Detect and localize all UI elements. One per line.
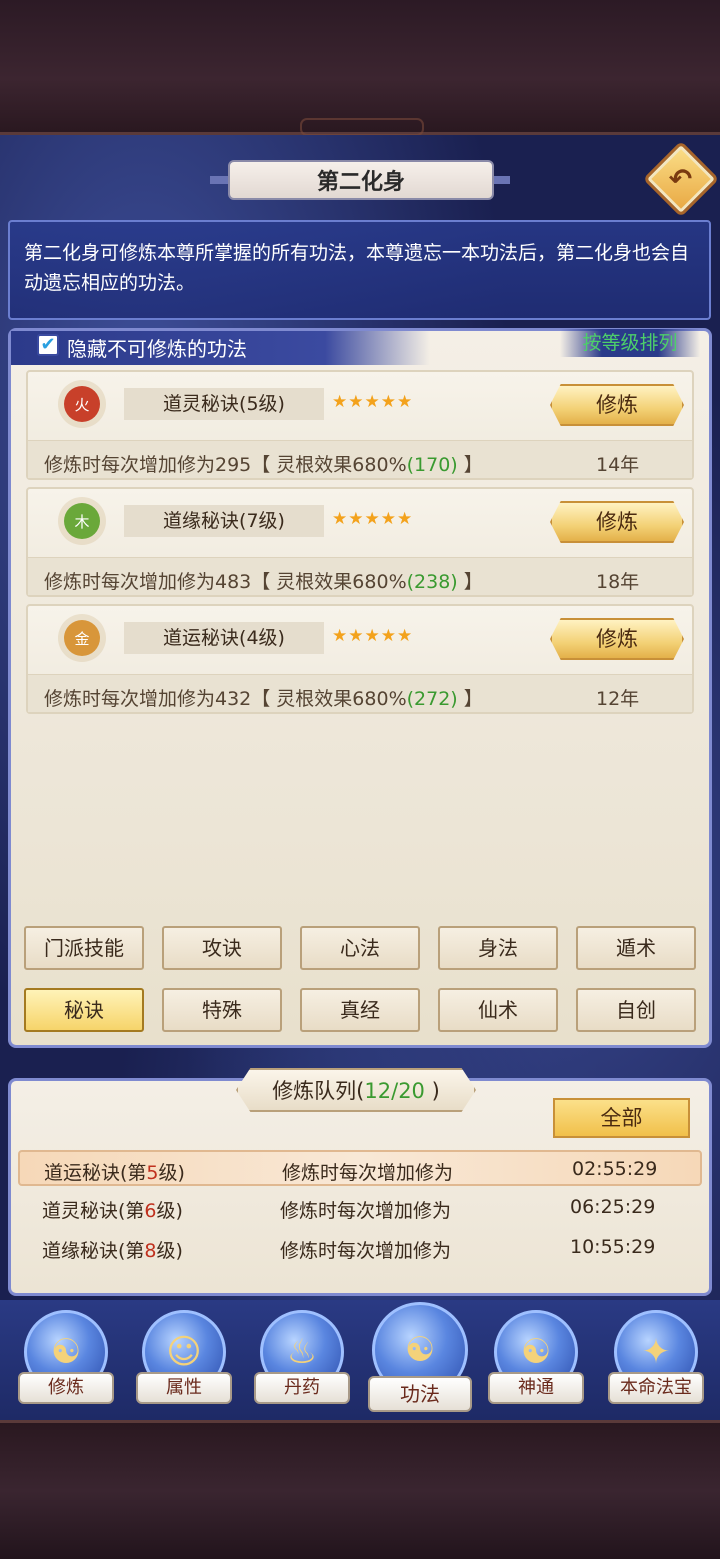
skill-card: 木 道缘秘诀(7级) ★★★★★ 修炼 修炼时每次增加修为483【 灵根效果68…: [26, 487, 694, 597]
skill-description: 修炼时每次增加修为295【 灵根效果680%(170) 】: [44, 454, 483, 476]
nav-attributes[interactable]: ☺ 属性: [136, 1310, 232, 1420]
skill-name: 道运秘诀(4级): [124, 622, 324, 654]
skill-duration: 18年: [596, 571, 640, 593]
tab-scripture[interactable]: 真经: [300, 988, 420, 1032]
nav-skills-active[interactable]: ☯ 功法: [368, 1302, 472, 1420]
nav-pills[interactable]: ♨ 丹药: [254, 1310, 350, 1420]
hide-untrainable-checkbox[interactable]: ✔: [37, 334, 59, 356]
queue-skill-desc: 修炼时每次增加修为: [280, 1200, 452, 1222]
skill-card: 火 道灵秘诀(5级) ★★★★★ 修炼 修炼时每次增加修为295【 灵根效果68…: [26, 370, 694, 480]
train-button[interactable]: 修炼: [550, 501, 684, 543]
nav-label: 本命法宝: [608, 1372, 704, 1404]
tab-custom[interactable]: 自创: [576, 988, 696, 1032]
skill-name: 道缘秘诀(7级): [124, 505, 324, 537]
nav-label: 功法: [368, 1376, 472, 1412]
queue-skill-name: 道灵秘诀(第6级): [42, 1200, 183, 1222]
star-rating: ★★★★★: [332, 509, 414, 529]
train-button[interactable]: 修炼: [550, 618, 684, 660]
nav-treasure[interactable]: ✦ 本命法宝: [608, 1310, 704, 1420]
tab-secret-active[interactable]: 秘诀: [24, 988, 144, 1032]
nav-label: 修炼: [18, 1372, 114, 1404]
skill-duration: 12年: [596, 688, 640, 710]
nav-label: 丹药: [254, 1372, 350, 1404]
description-text: 第二化身可修炼本尊所掌握的所有功法，本尊遗忘一本功法后，第二化身也会自动遗忘相应…: [8, 220, 711, 320]
queue-skill-name: 道缘秘诀(第8级): [42, 1240, 183, 1262]
tab-attack[interactable]: 攻诀: [162, 926, 282, 970]
queue-skill-name: 道运秘诀(第5级): [44, 1162, 185, 1184]
skill-duration: 14年: [596, 454, 640, 476]
queue-row[interactable]: 道灵秘诀(第6级) 修炼时每次增加修为 06:25:29: [18, 1190, 702, 1226]
all-button[interactable]: 全部: [553, 1098, 690, 1138]
nav-divine-powers[interactable]: ☯ 神通: [488, 1310, 584, 1420]
tab-sect-skills[interactable]: 门派技能: [24, 926, 144, 970]
queue-title: 修炼队列(12/20 ): [236, 1068, 476, 1112]
skill-card: 金 道运秘诀(4级) ★★★★★ 修炼 修炼时每次增加修为432【 灵根效果68…: [26, 604, 694, 714]
skill-name: 道灵秘诀(5级): [124, 388, 324, 420]
star-rating: ★★★★★: [332, 626, 414, 646]
queue-timer: 02:55:29: [572, 1158, 658, 1180]
train-button[interactable]: 修炼: [550, 384, 684, 426]
star-rating: ★★★★★: [332, 392, 414, 412]
metal-element-icon: 金: [64, 620, 100, 656]
queue-row[interactable]: 道缘秘诀(第8级) 修炼时每次增加修为 10:55:29: [18, 1230, 702, 1266]
bottom-letterbox: [0, 1420, 720, 1559]
fire-element-icon: 火: [64, 386, 100, 422]
back-arrow-icon: ↶: [669, 162, 693, 196]
queue-skill-desc: 修炼时每次增加修为: [282, 1162, 454, 1184]
hide-untrainable-label[interactable]: 隐藏不可修炼的功法: [67, 333, 247, 362]
nav-label: 属性: [136, 1372, 232, 1404]
tab-immortal-art[interactable]: 仙术: [438, 988, 558, 1032]
top-letterbox: [0, 0, 720, 136]
page-title: 第二化身: [228, 160, 494, 200]
queue-row[interactable]: 道运秘诀(第5级) 修炼时每次增加修为 02:55:29: [18, 1150, 702, 1186]
tab-movement[interactable]: 身法: [438, 926, 558, 970]
tab-escape[interactable]: 遁术: [576, 926, 696, 970]
queue-timer: 10:55:29: [570, 1236, 656, 1258]
nav-label: 神通: [488, 1372, 584, 1404]
wood-element-icon: 木: [64, 503, 100, 539]
tab-mind[interactable]: 心法: [300, 926, 420, 970]
queue-timer: 06:25:29: [570, 1196, 656, 1218]
skill-description: 修炼时每次增加修为432【 灵根效果680%(272) 】: [44, 688, 483, 710]
queue-skill-desc: 修炼时每次增加修为: [280, 1240, 452, 1262]
skill-description: 修炼时每次增加修为483【 灵根效果680%(238) 】: [44, 571, 483, 593]
tab-special[interactable]: 特殊: [162, 988, 282, 1032]
nav-cultivate[interactable]: ☯ 修炼: [18, 1310, 114, 1420]
sort-by-level-button[interactable]: 按等级排列: [560, 329, 700, 357]
